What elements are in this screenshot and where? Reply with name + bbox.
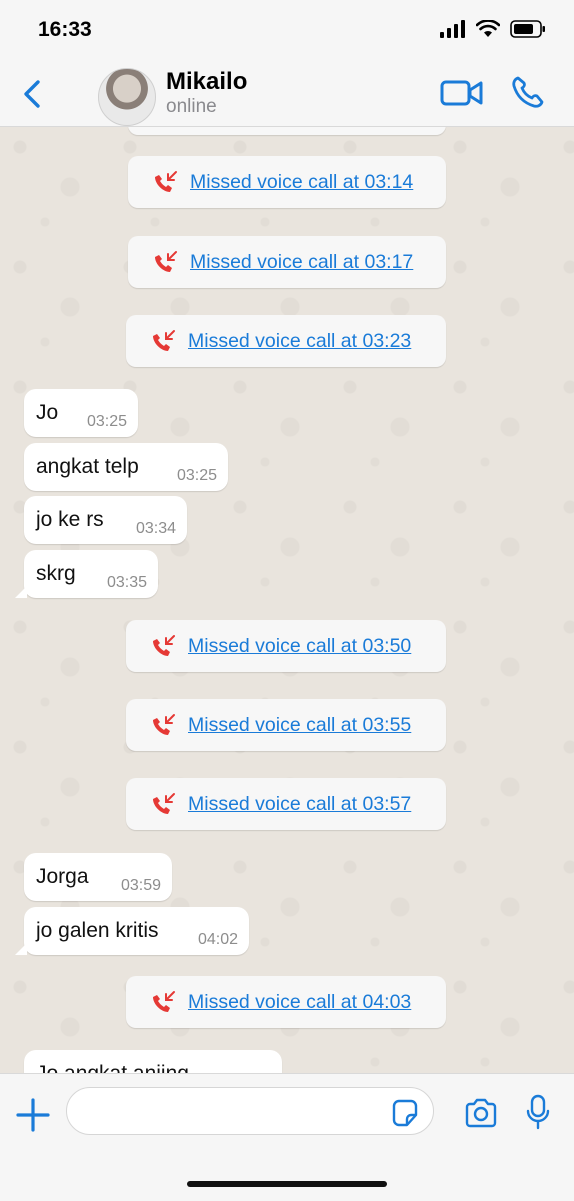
wifi-icon [476, 20, 500, 37]
message-bubble[interactable]: angkat telp 03:25 [24, 443, 228, 491]
hidden-call-row [128, 127, 446, 135]
message-time: 03:25 [86, 413, 127, 430]
microphone-icon[interactable] [526, 1094, 550, 1130]
missed-call-label[interactable]: Missed voice call at 03:57 [188, 793, 411, 816]
missed-call-label[interactable]: Missed voice call at 03:50 [188, 635, 411, 658]
message-time: 03:35 [106, 574, 147, 591]
missed-call-row[interactable]: Missed voice call at 04:03 [126, 976, 446, 1028]
avatar[interactable] [98, 68, 156, 126]
status-bar: 16:33 [0, 0, 574, 60]
message-text: Jo [36, 401, 59, 424]
sticker-icon[interactable] [390, 1098, 420, 1128]
missed-call-row[interactable]: Missed voice call at 03:14 [128, 156, 446, 208]
message-bubble[interactable]: Jo 03:25 [24, 389, 138, 437]
missed-call-label[interactable]: Missed voice call at 04:03 [188, 991, 411, 1014]
missed-call-row[interactable]: Missed voice call at 03:55 [126, 699, 446, 751]
battery-icon [510, 20, 545, 38]
message-text: Jorga [36, 865, 89, 888]
message-text: skrg [36, 562, 76, 585]
message-text: jo ke rs [36, 508, 104, 531]
missed-call-icon [153, 330, 175, 351]
signal-icon [440, 20, 465, 38]
message-text: jo galen kritis [36, 919, 159, 942]
status-time: 16:33 [38, 18, 92, 41]
message-time: 03:25 [176, 467, 217, 484]
missed-call-row[interactable]: Missed voice call at 03:50 [126, 620, 446, 672]
missed-call-label[interactable]: Missed voice call at 03:14 [190, 171, 413, 194]
video-call-button[interactable] [440, 76, 484, 110]
contact-status: online [166, 96, 217, 117]
missed-call-label[interactable]: Missed voice call at 03:17 [190, 251, 413, 274]
status-icons [440, 20, 546, 38]
voice-call-button[interactable] [510, 74, 546, 110]
missed-call-row[interactable]: Missed voice call at 03:23 [126, 315, 446, 367]
missed-call-icon [155, 171, 177, 192]
missed-call-icon [153, 793, 175, 814]
back-button[interactable] [18, 74, 48, 114]
camera-icon[interactable] [464, 1098, 498, 1128]
message-list[interactable]: Missed voice call at 03:14 Missed voice … [0, 127, 574, 1073]
message-bubble[interactable]: Jorga 03:59 [24, 853, 172, 901]
message-bubble[interactable]: jo ke rs 03:34 [24, 496, 187, 544]
message-input[interactable] [66, 1087, 434, 1135]
message-bubble[interactable]: Jo angkat anjing [24, 1050, 282, 1073]
input-bar [0, 1073, 574, 1201]
missed-call-icon [153, 635, 175, 656]
message-time: 03:34 [135, 520, 176, 537]
message-bubble[interactable]: jo galen kritis 04:02 [15, 907, 249, 955]
missed-call-label[interactable]: Missed voice call at 03:55 [188, 714, 411, 737]
plus-icon[interactable] [14, 1096, 52, 1134]
missed-call-row[interactable]: Missed voice call at 03:17 [128, 236, 446, 288]
message-bubble[interactable]: skrg 03:35 [15, 550, 158, 598]
home-indicator [187, 1181, 387, 1187]
message-text: angkat telp [36, 455, 139, 478]
message-text: Jo angkat anjing [36, 1062, 189, 1073]
missed-call-icon [153, 714, 175, 735]
missed-call-icon [155, 251, 177, 272]
chat-header: Mikailo online [0, 60, 574, 127]
message-time: 03:59 [120, 877, 161, 894]
contact-name[interactable]: Mikailo [166, 68, 247, 96]
missed-call-row[interactable]: Missed voice call at 03:57 [126, 778, 446, 830]
message-time: 04:02 [197, 931, 238, 948]
missed-call-icon [153, 991, 175, 1012]
missed-call-label[interactable]: Missed voice call at 03:23 [188, 330, 411, 353]
